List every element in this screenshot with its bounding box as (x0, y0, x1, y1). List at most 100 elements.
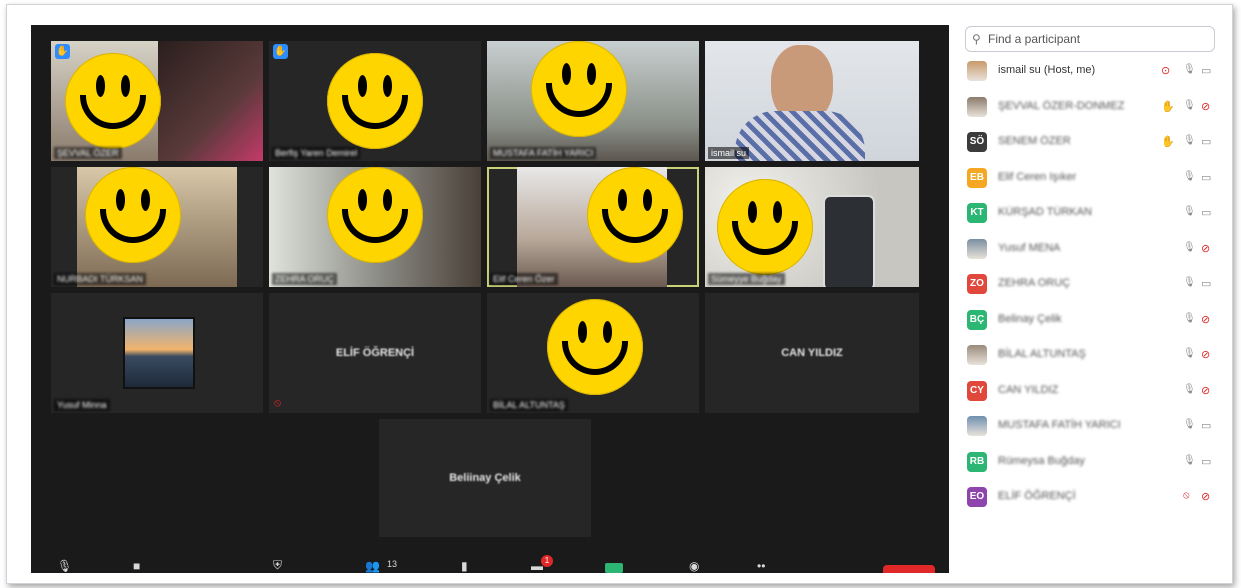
video-tile[interactable]: ✋ Berfiş Yaren Demirel (269, 41, 481, 161)
participant-row[interactable]: MUSTAFA FATİH YARICI 🎙 ▭ (965, 414, 1221, 440)
video-icon: ▭ (1201, 171, 1212, 184)
video-tile[interactable]: ZEHRA ORUÇ (269, 167, 481, 287)
avatar: RB (967, 451, 987, 472)
video-tile[interactable]: Beliinay Çelik (379, 419, 591, 537)
participant-row[interactable]: EB Elif Ceren Işıker 🎙 ▭ (965, 166, 1221, 192)
gallery-view: ✋ ŞEVVAL ÖZER ✋ Berfiş Yaren Demirel MUS… (31, 25, 949, 573)
participant-row[interactable]: BÇ Belinay Çelik 🎙 ⊘ (965, 308, 1221, 334)
mic-icon: 🎙 (1183, 99, 1196, 111)
participant-name: Rümeysa Buğday (998, 454, 1085, 467)
participant-row[interactable]: CY CAN YILDIZ 🎙 ⊘ (965, 379, 1221, 405)
participant-name: Yusuf MENA (998, 241, 1061, 254)
participants-icon[interactable]: 👥 (365, 559, 380, 573)
zoom-window: ✋ ŞEVVAL ÖZER ✋ Berfiş Yaren Demirel MUS… (6, 4, 1233, 584)
mic-icon: 🎙 (1183, 170, 1196, 182)
video-icon: ▭ (1201, 455, 1212, 468)
video-tile[interactable]: Yusuf Minna (51, 293, 263, 413)
participant-row[interactable]: SÖ SENEM ÖZER ✋ 🎙 ▭ (965, 130, 1221, 156)
tile-name: BİLAL ALTUNTAŞ (490, 399, 568, 411)
raised-hand-icon: ✋ (273, 44, 288, 59)
tile-center-name: ELİF ÖĞRENÇİ (335, 347, 415, 359)
video-icon: ▭ (1201, 136, 1212, 148)
face-cover-icon (327, 53, 423, 149)
participants-panel: ⚲ Find a participant ismail su (Host, me… (959, 23, 1227, 573)
video-icon[interactable]: ■ (133, 559, 140, 573)
participant-name: SENEM ÖZER (998, 135, 1071, 147)
end-meeting-button[interactable] (883, 565, 935, 573)
mic-icon: 🎙 (1183, 206, 1196, 217)
video-icon: ▭ (1201, 65, 1212, 77)
participant-row[interactable]: ŞEVVAL ÖZER-DONMEZ ✋ 🎙 ⊘ (965, 95, 1221, 121)
mic-icon: 🎙 (1183, 135, 1196, 146)
video-tile[interactable]: ismail su (705, 41, 919, 161)
participant-name: Belinay Çelik (998, 312, 1062, 325)
mic-icon: 🎙 (1183, 277, 1196, 288)
chat-badge: 1 (541, 555, 553, 567)
participant-row[interactable]: KT KÜRŞAD TÜRKAN 🎙 ▭ (965, 201, 1221, 227)
tile-name: ZEHRA ORUÇ (272, 273, 338, 285)
video-tile[interactable]: ✋ ŞEVVAL ÖZER (51, 41, 263, 161)
participant-row[interactable]: BİLAL ALTUNTAŞ 🎙 ⊘ (965, 343, 1221, 369)
tile-name: ismail su (708, 147, 750, 159)
video-tile-active-speaker[interactable]: Elif Ceren Özer (487, 167, 699, 287)
raised-hand-icon: ✋ (55, 44, 70, 59)
tile-name: Yusuf Minna (54, 399, 110, 411)
face-cover-icon (85, 167, 181, 263)
participant-name: Elif Ceren Işıker (998, 170, 1077, 183)
share-screen-icon[interactable] (605, 563, 623, 573)
video-off-icon: ⊘ (1201, 242, 1211, 255)
participant-row[interactable]: ZO ZEHRA ORUÇ 🎙 ▭ (965, 272, 1221, 298)
video-off-icon: ⊘ (1201, 313, 1211, 326)
participants-count: 13 (387, 559, 398, 569)
participant-row[interactable]: EO ELİF ÖĞRENÇİ ⦸ ⊘ (965, 485, 1221, 511)
video-off-icon: ⊘ (1201, 100, 1211, 113)
participant-name: MUSTAFA FATİH YARICI (998, 419, 1121, 431)
security-icon[interactable]: ⛨ (273, 558, 282, 573)
profile-picture (123, 317, 195, 389)
mic-icon: 🎙 (1183, 419, 1196, 430)
mic-icon[interactable]: 🎙 (57, 559, 72, 573)
tile-name: MUSTAFA FATİH YARICI (490, 147, 597, 159)
video-icon: ▭ (1201, 207, 1212, 219)
participant-row[interactable]: RB Rümeysa Buğday 🎙 ▭ (965, 450, 1221, 476)
video-off-icon: ⊘ (1201, 491, 1211, 503)
mic-icon: 🎙 (1183, 383, 1196, 395)
video-tile[interactable]: MUSTAFA FATİH YARICI (487, 41, 699, 161)
tile-center-name: Beliinay Çelik (449, 472, 521, 484)
avatar (967, 96, 987, 117)
video-tile[interactable]: Sümeyye Buğday (705, 167, 919, 287)
face-cover-icon (717, 179, 813, 275)
video-icon: ▭ (1201, 420, 1212, 432)
video-tile[interactable]: BİLAL ALTUNTAŞ (487, 293, 699, 413)
video-tile[interactable]: CAN YILDIZ (705, 293, 919, 413)
video-tile[interactable]: ELİF ÖĞRENÇİ ⦸ (269, 293, 481, 413)
search-input[interactable]: ⚲ Find a participant (965, 26, 1215, 52)
raised-hand-icon: ✋ (1161, 136, 1175, 148)
avatar: ZO (967, 274, 987, 294)
recording-icon: ⊙ (1161, 65, 1171, 77)
video-off-icon: ⊘ (1201, 349, 1211, 361)
avatar: KT (967, 203, 987, 223)
polls-icon[interactable]: ▮ (461, 559, 468, 573)
video-off-icon: ⊘ (1201, 384, 1211, 397)
mic-icon: 🎙 (1183, 348, 1196, 359)
tile-center-name: CAN YILDIZ (781, 347, 843, 359)
tile-name: Sümeyye Buğday (708, 273, 785, 285)
record-icon[interactable]: ◉ (689, 559, 699, 573)
video-icon: ▭ (1201, 278, 1212, 290)
avatar: SÖ (967, 132, 987, 152)
reactions-icon[interactable]: •• (757, 559, 765, 573)
participant-name: BİLAL ALTUNTAŞ (998, 348, 1086, 360)
tile-name: ŞEVVAL ÖZER (54, 147, 122, 159)
avatar (967, 416, 987, 436)
meeting-toolbar: 🎙 ■ ⛨ 👥 13 ▮ ▬ 1 ◉ •• (31, 553, 949, 573)
mic-muted-icon: ⦸ (274, 397, 282, 409)
video-tile[interactable]: NURBADI TÜRKSAN (51, 167, 263, 287)
avatar (967, 345, 987, 365)
participant-row[interactable]: Yusuf MENA 🎙 ⊘ (965, 237, 1221, 263)
participant-row[interactable]: ismail su (Host, me) ⊙ 🎙 ▭ (965, 59, 1221, 85)
avatar (967, 238, 987, 259)
mic-icon: 🎙 (1183, 312, 1196, 324)
avatar (967, 61, 987, 81)
face-cover-icon (531, 41, 627, 137)
